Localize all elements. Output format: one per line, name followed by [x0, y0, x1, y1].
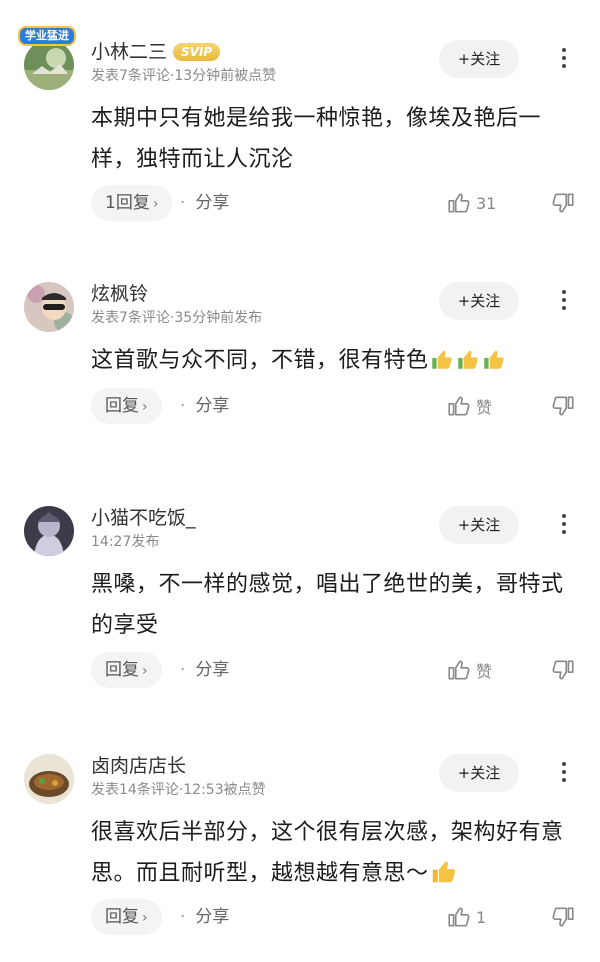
chevron-right-icon: ›: [142, 399, 148, 415]
username[interactable]: 卤肉店店长: [91, 754, 186, 778]
follow-button[interactable]: +关注: [439, 282, 519, 320]
thumbs-down-icon: [552, 193, 574, 213]
comment-meta: 发表7条评论·13分钟前被点赞: [91, 68, 277, 84]
more-vertical-icon[interactable]: [554, 510, 574, 540]
reply-button[interactable]: 回复 ›: [91, 899, 162, 935]
separator-dot: ·: [180, 660, 186, 680]
thumbs-up-emoji: [431, 350, 452, 369]
dislike-button[interactable]: [550, 185, 576, 221]
separator-dot: ·: [180, 907, 186, 927]
follow-button[interactable]: +关注: [439, 40, 519, 78]
chevron-right-icon: ›: [152, 196, 159, 212]
chevron-right-icon: ›: [142, 910, 148, 926]
thumbs-up-icon: [448, 907, 470, 927]
share-button[interactable]: · 分享: [180, 652, 229, 688]
like-button[interactable]: 1: [446, 899, 486, 935]
like-button[interactable]: 31: [446, 185, 496, 221]
dislike-button[interactable]: [550, 652, 576, 688]
comment-text: 这首歌与众不同，不错，很有特色: [91, 340, 581, 381]
dislike-button[interactable]: [550, 899, 576, 935]
separator-dot: ·: [180, 396, 186, 416]
follow-button[interactable]: +关注: [439, 506, 519, 544]
like-count: 赞: [476, 398, 493, 417]
avatar-image: [24, 40, 74, 90]
like-button[interactable]: 赞: [446, 652, 492, 688]
avatar-image: [24, 754, 74, 804]
comment-meta: 发表7条评论·35分钟前发布: [91, 310, 263, 326]
comment-meta: 发表14条评论·12:53被点赞: [91, 782, 266, 798]
avatar-image: [24, 506, 74, 556]
dislike-button[interactable]: [550, 388, 576, 424]
share-button[interactable]: · 分享: [180, 185, 229, 221]
thumbs-down-icon: [552, 396, 574, 416]
avatar[interactable]: [24, 506, 74, 556]
comment-text: 本期中只有她是给我一种惊艳，像埃及艳后一样，独特而让人沉沦: [91, 106, 542, 172]
comment-text-content: 这首歌与众不同，不错，很有特色: [91, 348, 429, 373]
more-vertical-icon[interactable]: [554, 44, 574, 74]
like-count: 赞: [476, 662, 493, 681]
reply-button[interactable]: 回复 ›: [91, 652, 162, 688]
chevron-right-icon: ›: [142, 663, 148, 679]
reply-label: 回复: [105, 907, 139, 927]
username[interactable]: 小林二三 SVIP: [91, 40, 221, 64]
avatar-badge: 学业猛进: [18, 26, 76, 46]
follow-button[interactable]: +关注: [439, 754, 519, 792]
thumbs-up-emoji: [457, 350, 478, 369]
svip-badge: SVIP: [173, 43, 221, 61]
username[interactable]: 小猫不吃饭_: [91, 506, 196, 530]
reply-button[interactable]: 1回复 ›: [91, 185, 173, 221]
reply-label: 回复: [105, 660, 139, 680]
reply-label: 回复: [105, 396, 139, 416]
like-count: 31: [476, 193, 497, 213]
like-button[interactable]: 赞: [446, 388, 492, 424]
thumbs-up-emoji: [432, 861, 455, 883]
reply-label: 1回复: [105, 193, 150, 213]
comment-text-content: 很喜欢后半部分，这个很有层次感，架构好有意思。而且耐听型，越想越有意思～: [91, 820, 564, 886]
thumbs-up-emoji: [483, 350, 504, 369]
more-vertical-icon[interactable]: [554, 286, 574, 316]
share-label: 分享: [195, 193, 230, 213]
thumbs-up-icon: [448, 660, 470, 680]
thumbs-up-emoji-group: [429, 348, 507, 373]
avatar[interactable]: [24, 754, 74, 804]
avatar-image: [24, 282, 74, 332]
share-button[interactable]: · 分享: [180, 388, 229, 424]
username[interactable]: 炫枫铃: [91, 282, 148, 306]
comment-text: 黑嗓，不一样的感觉，唱出了绝世的美，哥特式的享受: [91, 572, 564, 638]
more-vertical-icon[interactable]: [554, 758, 574, 788]
avatar[interactable]: [24, 40, 74, 90]
share-button[interactable]: · 分享: [180, 899, 229, 935]
share-label: 分享: [195, 907, 230, 927]
like-count: 1: [476, 907, 487, 927]
share-label: 分享: [195, 396, 230, 416]
thumbs-up-icon: [448, 396, 470, 416]
username-text[interactable]: 小林二三: [91, 41, 167, 63]
share-label: 分享: [195, 660, 230, 680]
separator-dot: ·: [180, 193, 186, 213]
comment-text: 很喜欢后半部分，这个很有层次感，架构好有意思。而且耐听型，越想越有意思～: [91, 812, 581, 894]
avatar[interactable]: [24, 282, 74, 332]
comment-meta: 14:27发布: [91, 534, 160, 550]
thumbs-up-icon: [448, 193, 470, 213]
thumbs-down-icon: [552, 660, 574, 680]
thumbs-down-icon: [552, 907, 574, 927]
reply-button[interactable]: 回复 ›: [91, 388, 162, 424]
